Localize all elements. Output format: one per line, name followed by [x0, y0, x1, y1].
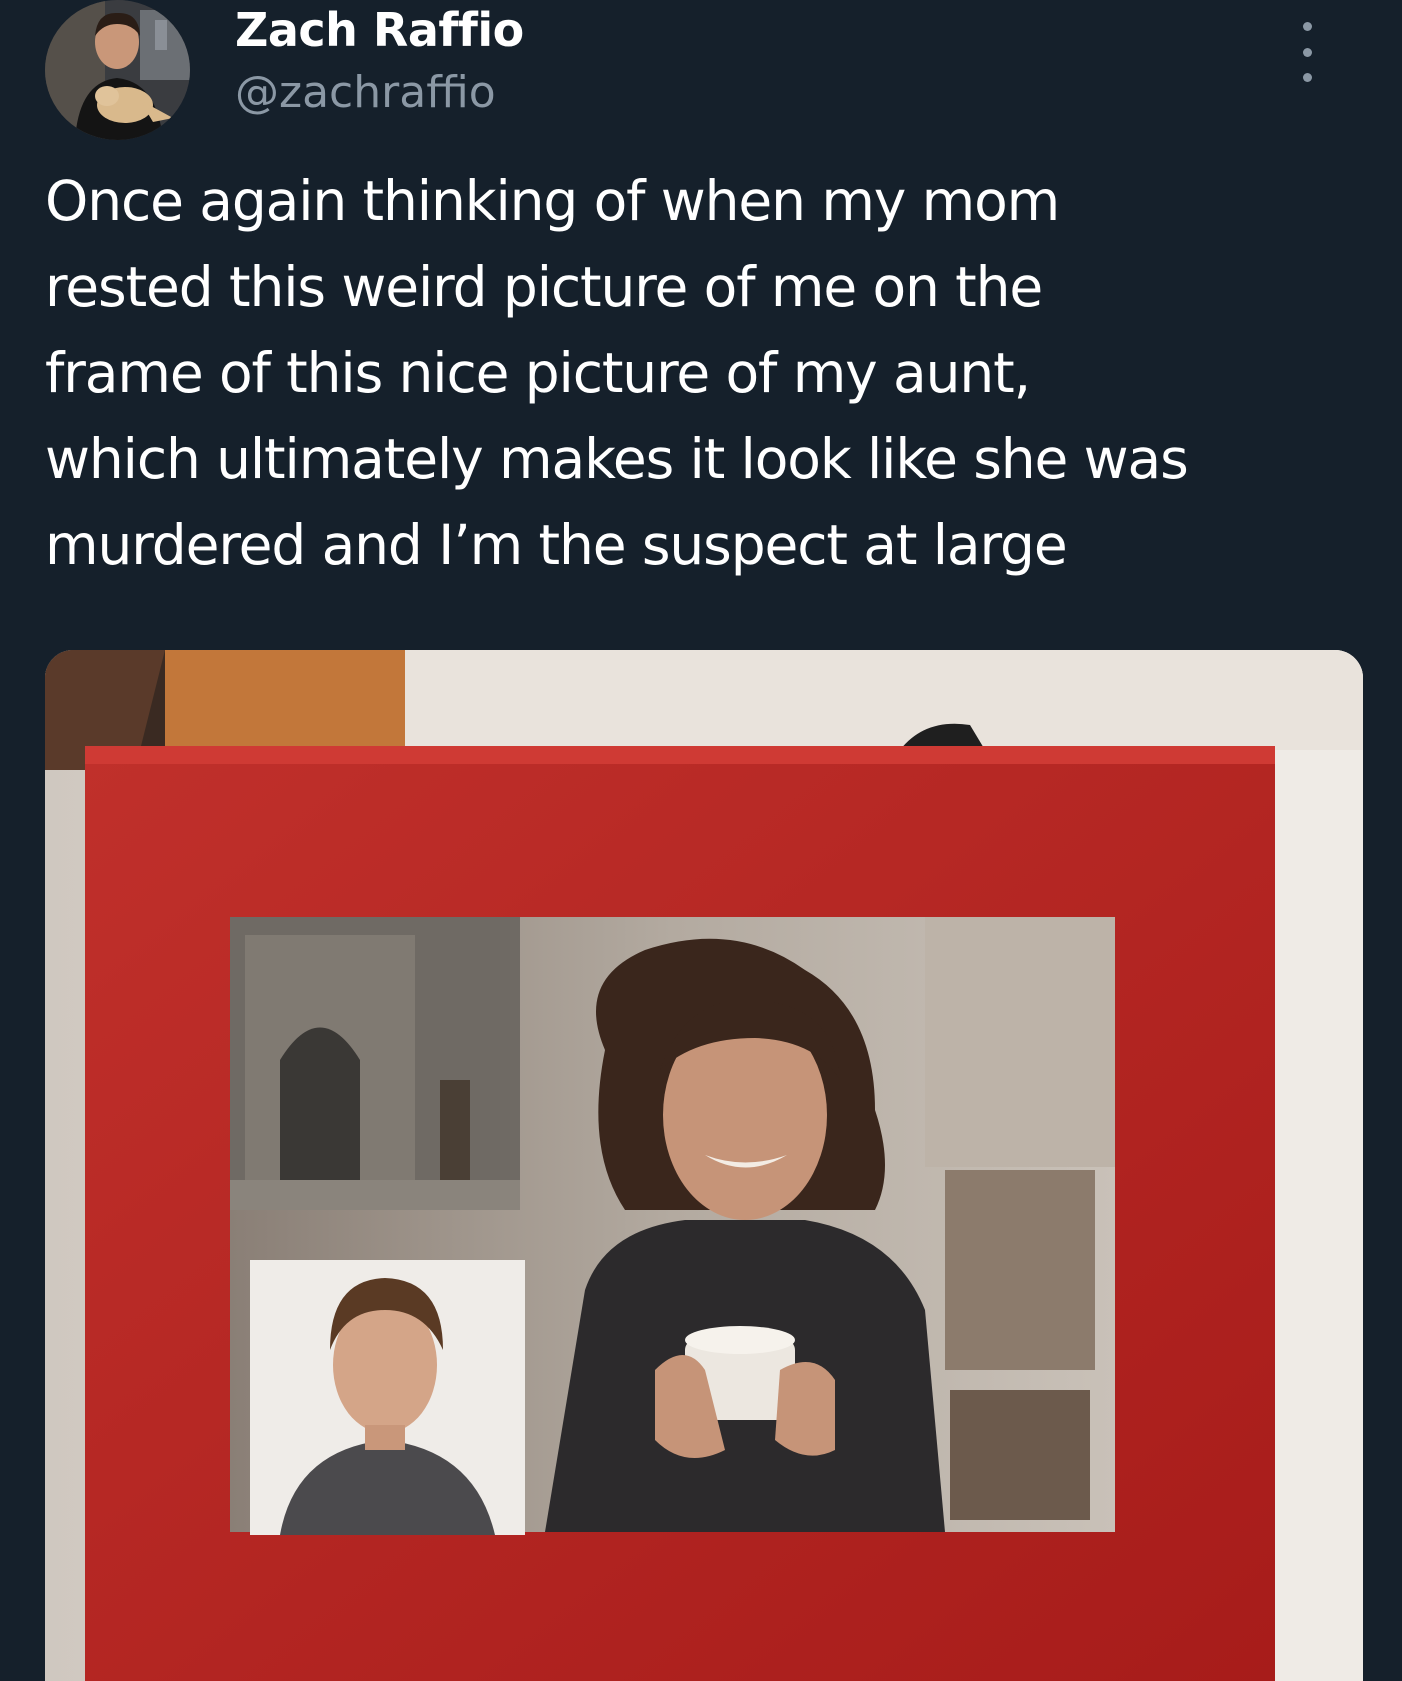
photo-of-framed-picture — [45, 650, 1363, 1681]
author-names: Zach Raffio @zachraffio — [235, 2, 524, 120]
tweet-photo[interactable] — [45, 650, 1363, 1681]
avatar[interactable] — [45, 0, 190, 140]
tweet-header: Zach Raffio @zachraffio — [45, 0, 1357, 140]
dot — [1302, 73, 1312, 82]
dot — [1302, 47, 1312, 57]
more-dots-icon[interactable] — [1287, 22, 1327, 82]
display-name[interactable]: Zach Raffio — [235, 2, 524, 58]
handle[interactable]: @zachraffio — [235, 66, 524, 120]
tweet-text: Once again thinking of when my mom reste… — [45, 169, 1189, 577]
tweet: Zach Raffio @zachraffio Once again think… — [0, 0, 1402, 1681]
dot — [1302, 22, 1312, 31]
